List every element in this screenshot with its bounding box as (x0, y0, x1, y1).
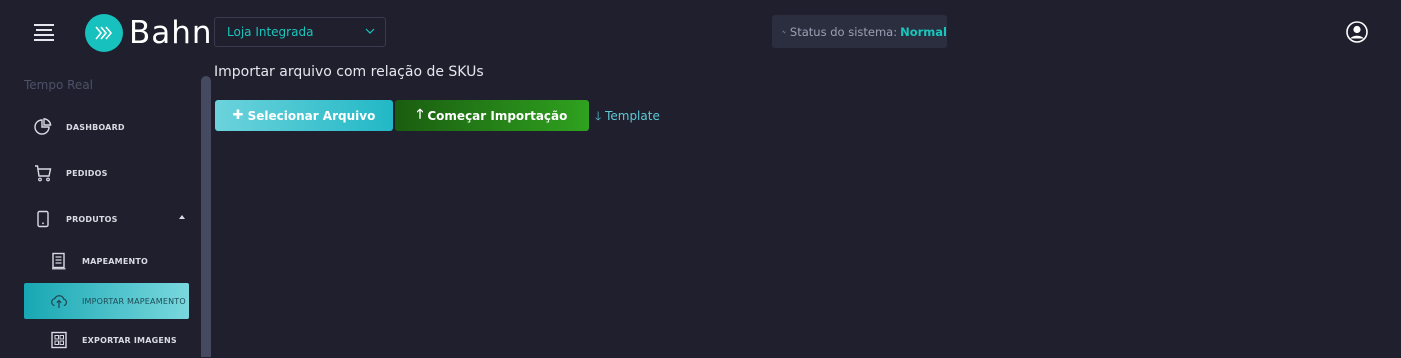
sidebar-item-label: PRODUTOS (66, 214, 118, 224)
cloud-upload-icon (50, 292, 68, 310)
select-file-button-label: Selecionar Arquivo (247, 108, 376, 123)
sidebar-scrollbar[interactable] (201, 76, 211, 357)
top-bar: Bahn Loja Integrada Status do sistema: N… (0, 0, 1401, 64)
system-status: Status do sistema: Normal (772, 15, 947, 48)
page-title: Importar arquivo com relação de SKUs (214, 64, 484, 80)
arrow-down-icon: 🡓 (595, 109, 602, 123)
sidebar-item-label: EXPORTAR IMAGENS (82, 335, 177, 345)
sidebar-item-label: PEDIDOS (66, 168, 108, 178)
store-select-value: Loja Integrada (227, 25, 314, 39)
plus-icon: ✚ (232, 108, 244, 123)
arrow-up-icon: 🡑 (416, 106, 424, 122)
start-import-button-label: Começar Importação (427, 108, 568, 123)
document-icon (50, 252, 68, 270)
sidebar: Tempo Real DASHBOARD PEDIDOS PRODUTOS MA… (0, 64, 200, 357)
sidebar-item-label: IMPORTAR MAPEAMENTO (82, 296, 186, 306)
sidebar-item-dashboard[interactable]: DASHBOARD (24, 109, 189, 145)
sidebar-item-label: MAPEAMENTO (82, 256, 149, 266)
start-import-button[interactable]: 🡑 Começar Importação (395, 100, 589, 131)
cart-icon (34, 164, 52, 182)
chevron-down-icon (365, 28, 375, 34)
sidebar-item-produtos[interactable]: PRODUTOS (24, 201, 189, 237)
logo-chevrons-icon (85, 14, 123, 52)
store-select[interactable]: Loja Integrada (214, 17, 386, 47)
sidebar-item-mapeamento[interactable]: MAPEAMENTO (24, 243, 189, 279)
logo[interactable]: Bahn (85, 13, 213, 53)
sidebar-item-importar-mapeamento[interactable]: IMPORTAR MAPEAMENTO (24, 283, 189, 319)
select-file-button[interactable]: ✚ Selecionar Arquivo (215, 100, 393, 131)
hamburger-menu-icon[interactable] (34, 24, 54, 42)
tablet-icon (34, 210, 52, 228)
caret-up-icon (179, 215, 185, 219)
sidebar-item-exportar-imagens[interactable]: EXPORTAR IMAGENS (24, 322, 189, 358)
status-label: Status do sistema: (789, 24, 898, 39)
pie-chart-icon (34, 118, 52, 136)
sidebar-item-pedidos[interactable]: PEDIDOS (24, 155, 189, 191)
sidebar-section-title: Tempo Real (24, 78, 94, 92)
pulse-icon (782, 29, 786, 34)
user-avatar-icon[interactable] (1346, 21, 1368, 43)
template-download-link[interactable]: 🡓 Template (595, 107, 660, 128)
status-value: Normal (900, 24, 947, 39)
image-grid-icon (50, 331, 68, 349)
logo-text: Bahn (129, 15, 213, 51)
sidebar-item-label: DASHBOARD (66, 122, 125, 132)
template-link-label: Template (605, 109, 660, 123)
